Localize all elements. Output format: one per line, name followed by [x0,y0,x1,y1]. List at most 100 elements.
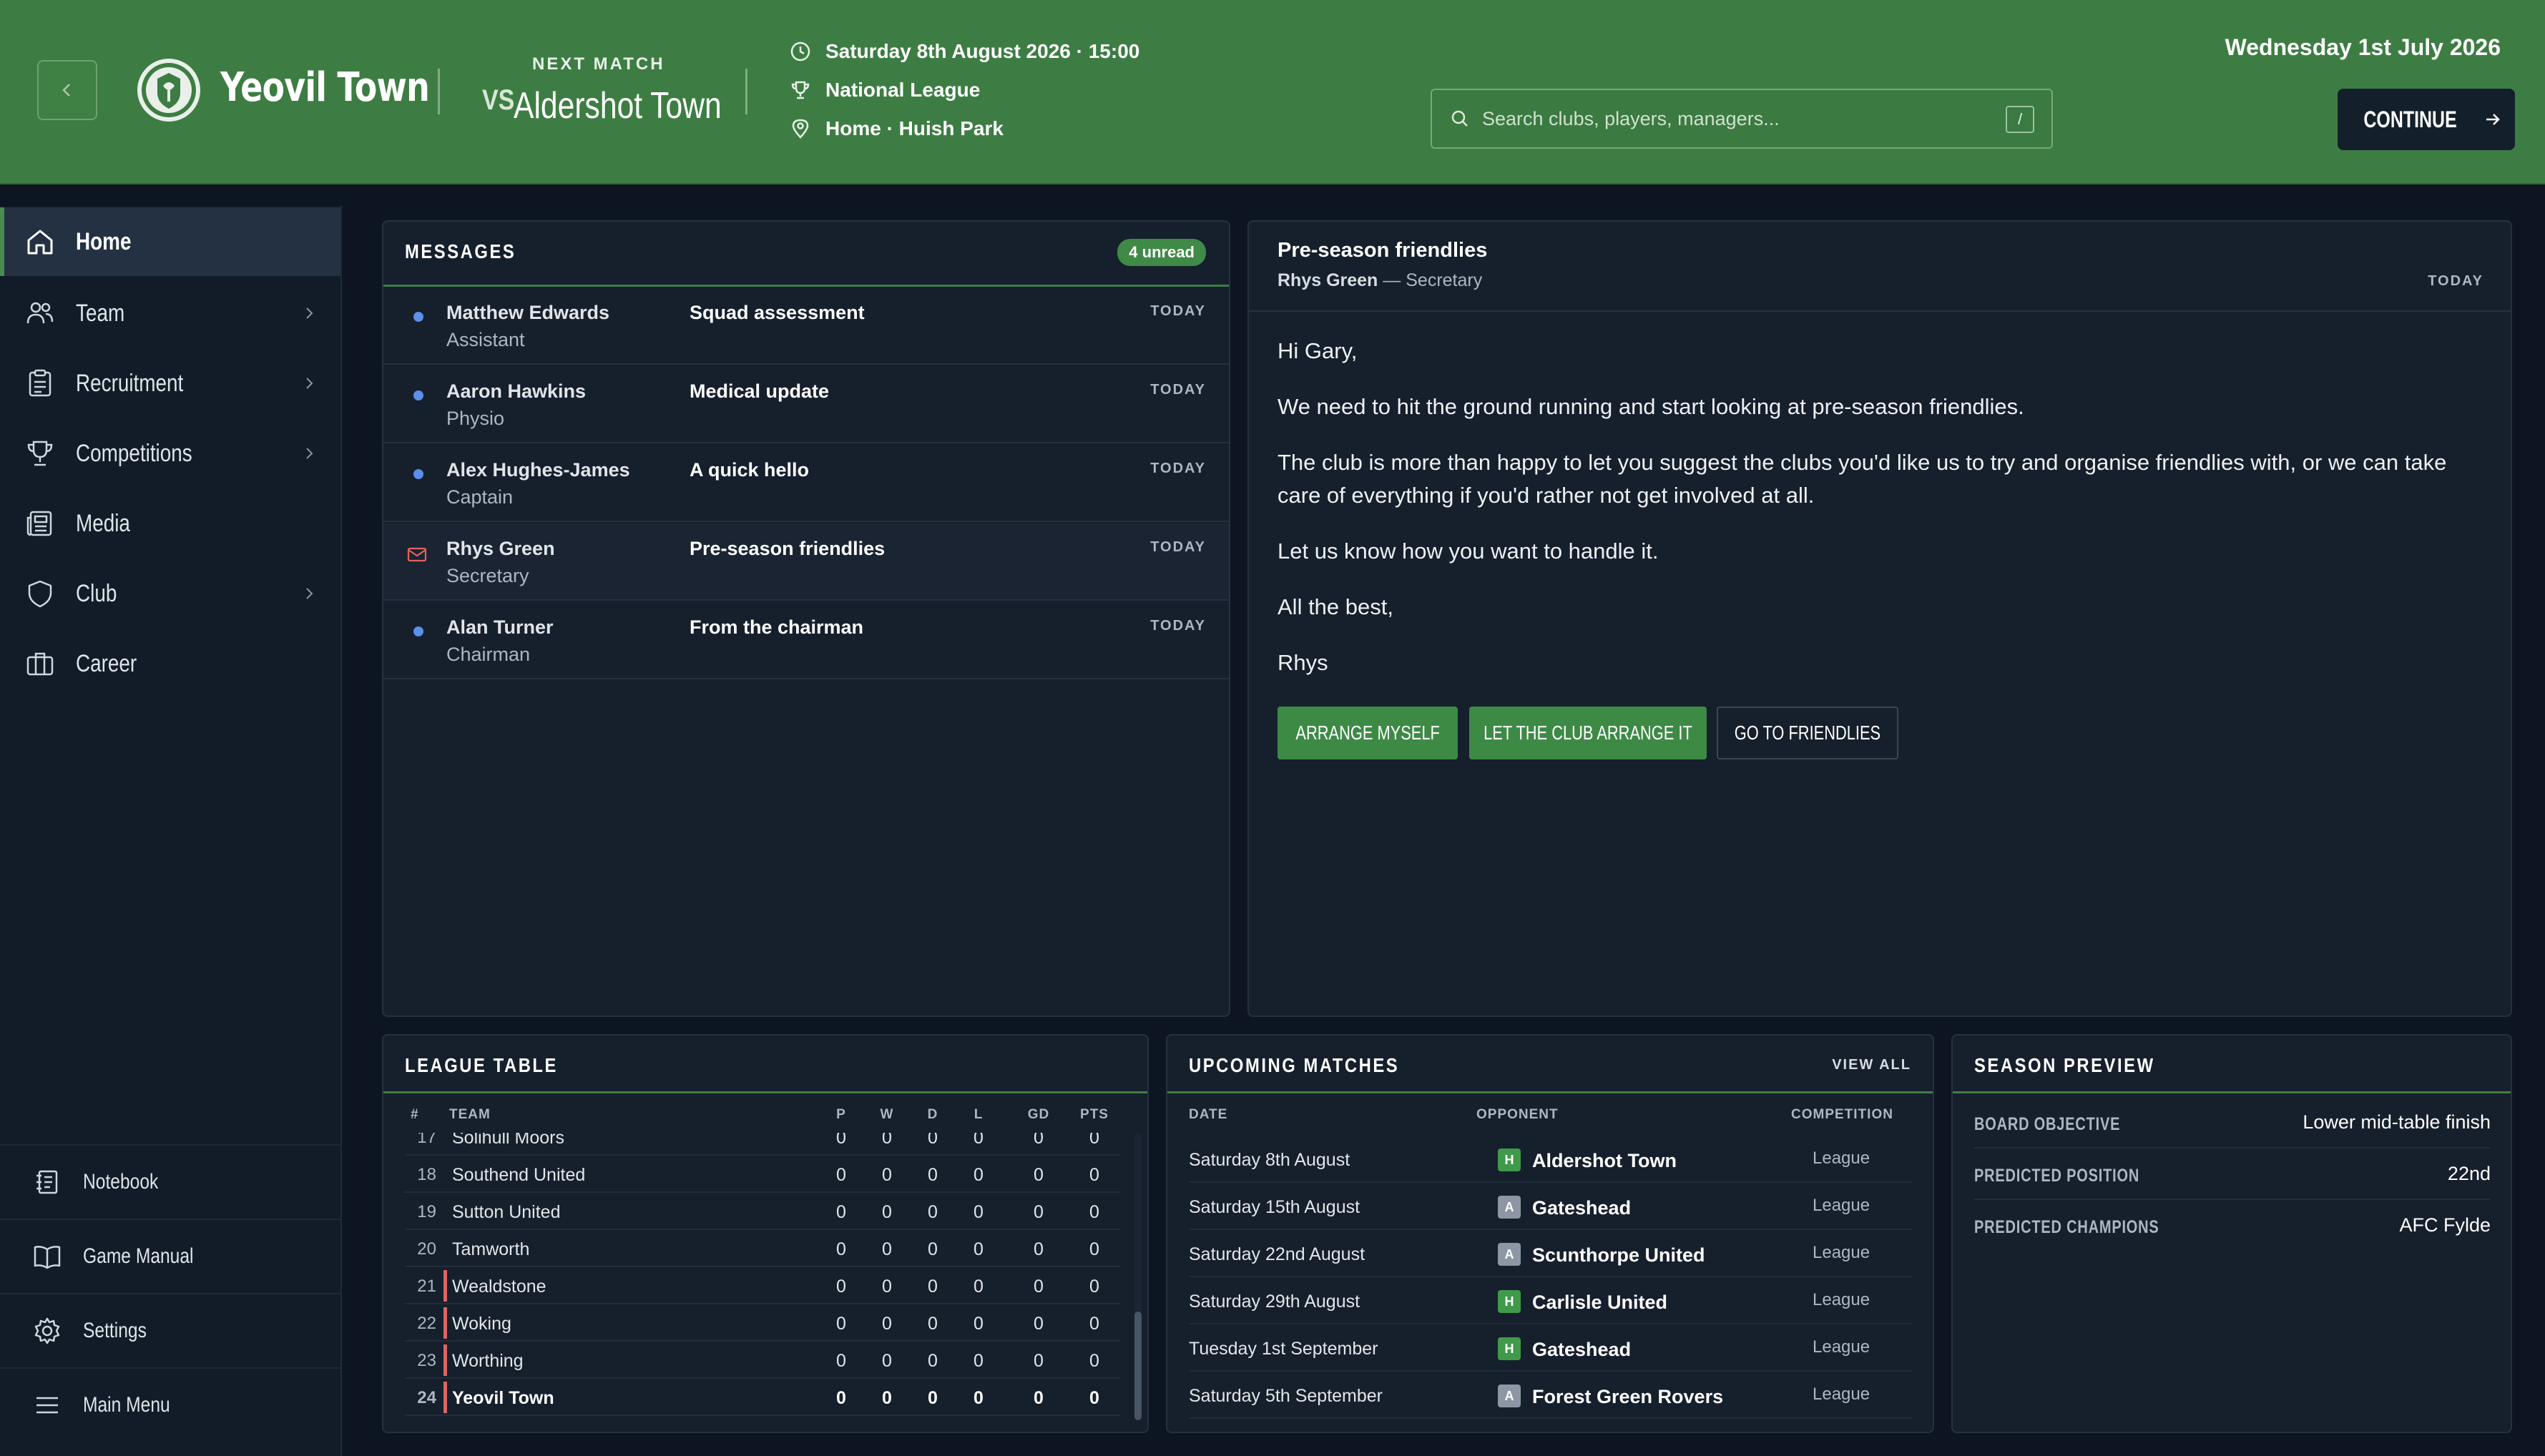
fixture-date: Saturday 5th September [1189,1386,1383,1406]
fixture-row[interactable]: Saturday 29th August H Carlisle United Leag… [1189,1277,1913,1324]
club-name[interactable]: Yeovil Town [220,64,430,111]
league-row[interactable]: 20 Tamworth 0 0 0 0 0 0 [405,1230,1120,1267]
league-team-name: Wealdstone [452,1277,546,1297]
venue-badge: A [1498,1196,1521,1219]
fixture-competition: League [1813,1196,1870,1215]
league-team-name: Southend United [452,1165,586,1185]
league-stat-gd: 0 [1034,1202,1044,1222]
fixture-opponent[interactable]: Carlisle United [1532,1292,1667,1314]
fixture-opponent[interactable]: Gateshead [1532,1339,1631,1361]
trophy-icon [27,441,53,466]
people-icon [26,302,54,324]
league-row[interactable]: 22 Woking 0 0 0 0 0 0 [405,1304,1120,1342]
fixture-competition: League [1813,1148,1870,1168]
clock-icon [790,41,810,62]
home-icon [27,230,53,255]
column-header: COMPETITION [1791,1107,1893,1122]
clipboard-icon [29,369,52,397]
sidebar-item-recruitment[interactable]: Recruitment [0,349,340,418]
league-stat-p: 0 [836,1351,846,1371]
sidebar-item-club[interactable]: Club [0,559,340,628]
unread-count-badge: 4 unread [1117,239,1206,266]
fixture-opponent[interactable]: Aldershot Town [1532,1150,1677,1172]
league-row[interactable]: 17 Solihull Moors 0 0 0 0 0 0 [405,1133,1120,1156]
fixture-opponent[interactable]: Scunthorpe United [1532,1244,1705,1266]
sidebar-item-label: Recruitment [76,369,184,397]
message-date: TODAY [1150,618,1206,634]
sidebar-item-main-menu[interactable]: Main Menu [0,1367,340,1442]
location-pin-icon [792,119,809,139]
league-row[interactable]: 23 Worthing 0 0 0 0 0 0 [405,1342,1120,1379]
sidebar-item-team[interactable]: Team [0,279,340,348]
fixture-date: Saturday 15th August [1189,1197,1360,1217]
column-header: P [836,1107,846,1122]
match-competition: National League [790,79,980,102]
message-row[interactable]: Matthew Edwards Assistant Squad assessme… [383,287,1229,365]
briefcase-icon [26,652,54,676]
message-row[interactable]: Alex Hughes-James Captain A quick hello … [383,445,1229,522]
league-row-own-team[interactable]: 24 Yeovil Town 0 0 0 0 0 0 [405,1379,1120,1416]
sidebar-item-career[interactable]: Career [0,629,340,698]
league-stat-w: 0 [882,1388,892,1408]
column-header: # [411,1107,419,1122]
fixture-row[interactable]: Saturday 22nd August A Scunthorpe United Le… [1189,1230,1913,1277]
sidebar-item-home[interactable]: Home [0,207,340,276]
predicted-champions-value: AFC Fylde [2399,1214,2491,1236]
message-row[interactable]: Aaron Hawkins Physio Medical update TODA… [383,366,1229,443]
league-row[interactable]: 21 Wealdstone 0 0 0 0 0 0 [405,1267,1120,1304]
panel-header-line [383,1091,1147,1093]
league-stat-l: 0 [974,1277,984,1297]
league-row[interactable]: 18 Southend United 0 0 0 0 0 0 [405,1156,1120,1193]
message-row-selected[interactable]: Rhys Green Secretary Pre-season friendli… [383,523,1229,601]
league-stat-p: 0 [836,1133,846,1148]
league-stat-pts: 0 [1089,1202,1099,1222]
go-to-friendlies-button[interactable]: GO TO FRIENDLIES [1717,707,1898,759]
column-header: TEAM [449,1107,491,1122]
message-row[interactable]: Alan Turner Chairman From the chairman T… [383,602,1229,679]
back-button[interactable] [37,60,97,120]
reader-from-name: Rhys Green [1278,270,1378,290]
fixture-row[interactable]: Saturday 5th September A Forest Green Rove… [1189,1372,1913,1419]
league-position: 19 [417,1202,436,1221]
league-position: 24 [417,1388,436,1407]
scrollbar-thumb[interactable] [1134,1312,1142,1420]
fixture-date: Saturday 22nd August [1189,1244,1365,1264]
club-crest-icon [136,57,202,123]
league-position: 20 [417,1239,436,1259]
sidebar-item-notebook[interactable]: Notebook [0,1144,340,1219]
reader-from-role: — Secretary [1378,270,1483,290]
fixture-row[interactable]: Saturday 8th August H Aldershot Town League [1189,1136,1913,1183]
arrow-right-icon [2486,114,2500,125]
fixture-row[interactable]: Tuesday 1st September H Gateshead League [1189,1324,1913,1372]
message-date: TODAY [1150,539,1206,555]
league-stat-p: 0 [836,1277,846,1297]
button-label: LET THE CLUB ARRANGE IT [1484,722,1692,744]
season-preview-panel: SEASON PREVIEW BOARD OBJECTIVE Lower mid… [1951,1034,2512,1433]
league-stat-w: 0 [882,1165,892,1185]
search-icon [1451,110,1468,127]
fixture-date: Saturday 8th August [1189,1150,1350,1170]
league-row[interactable]: 19 Sutton United 0 0 0 0 0 0 [405,1193,1120,1230]
message-paragraph: All the best, [1278,594,1393,619]
fixture-competition: League [1813,1243,1870,1262]
continue-button[interactable]: CONTINUE [2338,89,2515,150]
fixture-competition: League [1813,1337,1870,1357]
search-input[interactable]: Search clubs, players, managers... / [1431,89,2053,149]
next-opponent-name[interactable]: Aldershot Town [514,84,722,127]
fixture-opponent[interactable]: Forest Green Rovers [1532,1386,1723,1408]
sidebar-item-label: Career [76,649,137,677]
message-subject: A quick hello [690,459,810,481]
sidebar-item-competitions[interactable]: Competitions [0,419,340,488]
board-objective-label: BOARD OBJECTIVE [1974,1114,2121,1134]
fixture-row[interactable]: Saturday 15th August A Gateshead League [1189,1183,1913,1230]
sidebar-item-game-manual[interactable]: Game Manual [0,1219,340,1293]
view-all-link[interactable]: VIEW ALL [1832,1057,1911,1073]
let-club-arrange-button[interactable]: LET THE CLUB ARRANGE IT [1469,707,1707,759]
upcoming-matches-title: UPCOMING MATCHES [1189,1054,1400,1076]
arrange-myself-button[interactable]: ARRANGE MYSELF [1278,707,1458,759]
fixture-opponent[interactable]: Gateshead [1532,1197,1631,1219]
league-stat-d: 0 [928,1277,938,1297]
sidebar-item-media[interactable]: Media [0,489,340,558]
sidebar-item-settings[interactable]: Settings [0,1293,340,1367]
league-table-body[interactable]: 17 Solihull Moors 0 0 0 0 0 0 18 Southend United 0… [383,1133,1127,1419]
